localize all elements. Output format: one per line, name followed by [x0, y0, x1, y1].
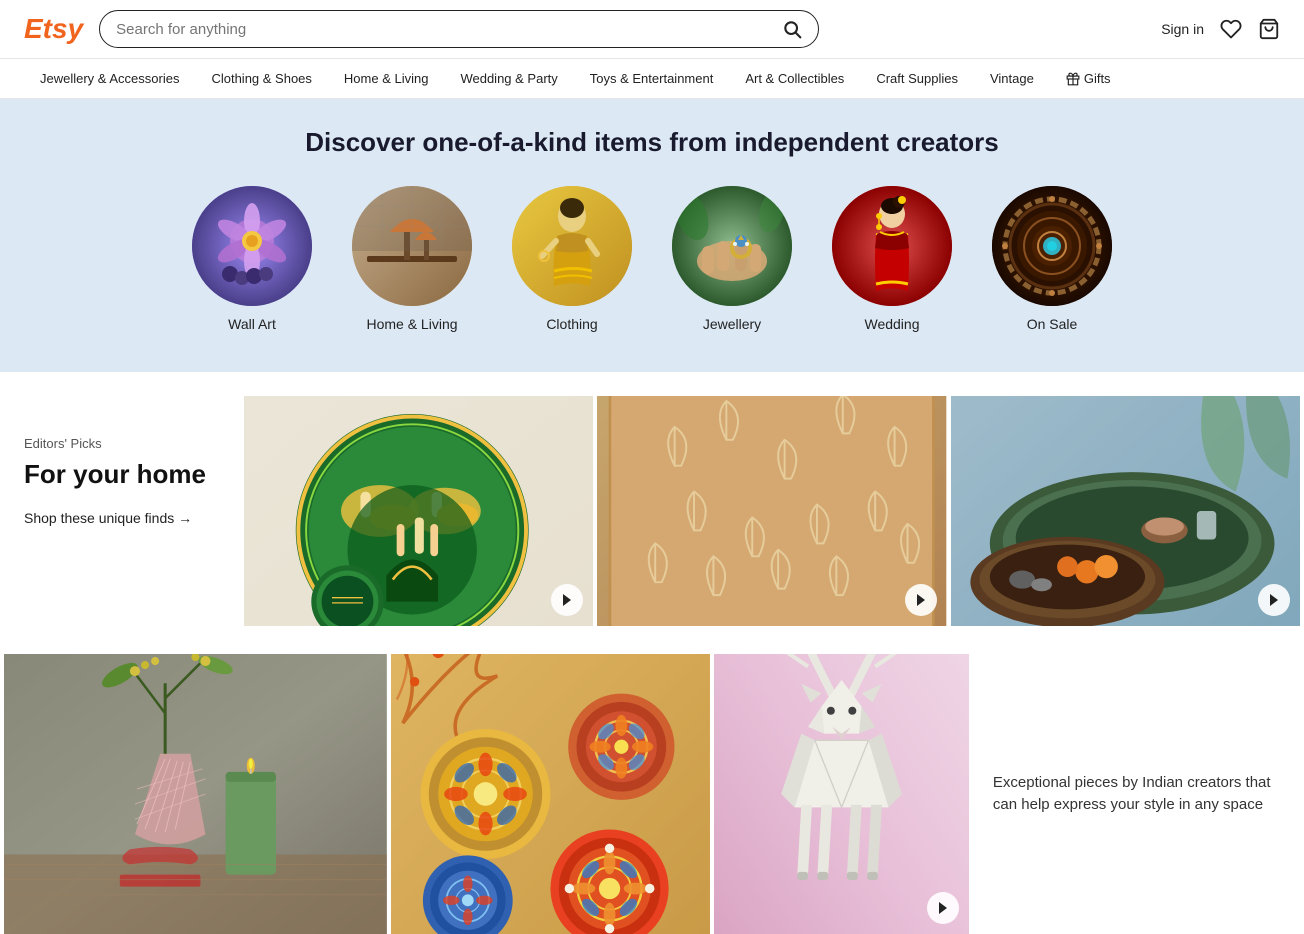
search-button[interactable] [782, 19, 802, 39]
search-bar [99, 10, 819, 48]
category-home-living-image [352, 186, 472, 306]
bottom-left-products [4, 654, 387, 934]
category-home-living-label: Home & Living [366, 316, 457, 332]
play-button-deer[interactable] [927, 892, 959, 924]
editors-picks-title: For your home [24, 459, 216, 490]
header-actions: Sign in [1161, 18, 1280, 40]
category-clothing[interactable]: Clothing [512, 186, 632, 332]
product-grid-top [240, 396, 1304, 626]
header: Etsy Sign in [0, 0, 1304, 59]
bottom-center-product [391, 654, 710, 934]
nav-item-vintage[interactable]: Vintage [974, 59, 1050, 98]
editors-picks-info: Editors' Picks For your home Shop these … [0, 396, 240, 626]
category-clothing-image [512, 186, 632, 306]
search-input[interactable] [116, 21, 774, 38]
main-nav: Jewellery & Accessories Clothing & Shoes… [0, 59, 1304, 99]
product-card-deer[interactable] [714, 654, 969, 934]
wishlist-button[interactable] [1220, 18, 1242, 40]
cart-button[interactable] [1258, 18, 1280, 40]
nav-item-jewellery-accessories[interactable]: Jewellery & Accessories [24, 59, 195, 98]
play-button-3[interactable] [1258, 584, 1290, 616]
bottom-right-product [714, 654, 969, 934]
category-on-sale-label: On Sale [1027, 316, 1078, 332]
nav-item-wedding-party[interactable]: Wedding & Party [444, 59, 573, 98]
category-jewellery[interactable]: Jewellery [672, 186, 792, 332]
category-wall-art-label: Wall Art [228, 316, 276, 332]
nav-item-gifts[interactable]: Gifts [1050, 59, 1127, 98]
editors-picks-tag: Editors' Picks [24, 436, 216, 451]
category-jewellery-image [672, 186, 792, 306]
hero-title: Discover one-of-a-kind items from indepe… [24, 127, 1280, 158]
play-button-2[interactable] [905, 584, 937, 616]
category-home-living[interactable]: Home & Living [352, 186, 472, 332]
heart-icon [1220, 18, 1242, 40]
category-clothing-label: Clothing [546, 316, 597, 332]
category-jewellery-label: Jewellery [703, 316, 761, 332]
bottom-product-row: Exceptional pieces by Indian creators th… [0, 650, 1304, 934]
nav-item-clothing-shoes[interactable]: Clothing & Shoes [195, 59, 327, 98]
product-card-1[interactable] [244, 396, 593, 626]
category-wall-art-image [192, 186, 312, 306]
editors-picks-section: Editors' Picks For your home Shop these … [0, 372, 1304, 934]
category-wedding-label: Wedding [864, 316, 919, 332]
hero-banner: Discover one-of-a-kind items from indepe… [0, 99, 1304, 372]
nav-item-home-living[interactable]: Home & Living [328, 59, 445, 98]
category-on-sale[interactable]: On Sale [992, 186, 1112, 332]
etsy-logo[interactable]: Etsy [24, 13, 83, 45]
nav-item-toys-entertainment[interactable]: Toys & Entertainment [574, 59, 730, 98]
editors-picks-row: Editors' Picks For your home Shop these … [0, 372, 1304, 650]
product-card-3[interactable] [951, 396, 1300, 626]
category-wedding[interactable]: Wedding [832, 186, 952, 332]
product-card-mandala[interactable] [391, 654, 710, 934]
nav-item-craft-supplies[interactable]: Craft Supplies [860, 59, 974, 98]
category-on-sale-image [992, 186, 1112, 306]
gift-icon [1066, 72, 1080, 86]
category-wedding-image [832, 186, 952, 306]
categories-row: Wall Art [24, 186, 1280, 332]
shop-link[interactable]: Shop these unique finds → [24, 510, 216, 526]
category-wall-art[interactable]: Wall Art [192, 186, 312, 332]
nav-item-art-collectibles[interactable]: Art & Collectibles [729, 59, 860, 98]
search-icon [782, 19, 802, 39]
bottom-description: Exceptional pieces by Indian creators th… [993, 772, 1280, 817]
product-card-candle[interactable] [4, 654, 387, 934]
bottom-text-section: Exceptional pieces by Indian creators th… [973, 654, 1300, 934]
sign-in-link[interactable]: Sign in [1161, 21, 1204, 37]
product-card-2[interactable] [597, 396, 946, 626]
cart-icon [1258, 18, 1280, 40]
